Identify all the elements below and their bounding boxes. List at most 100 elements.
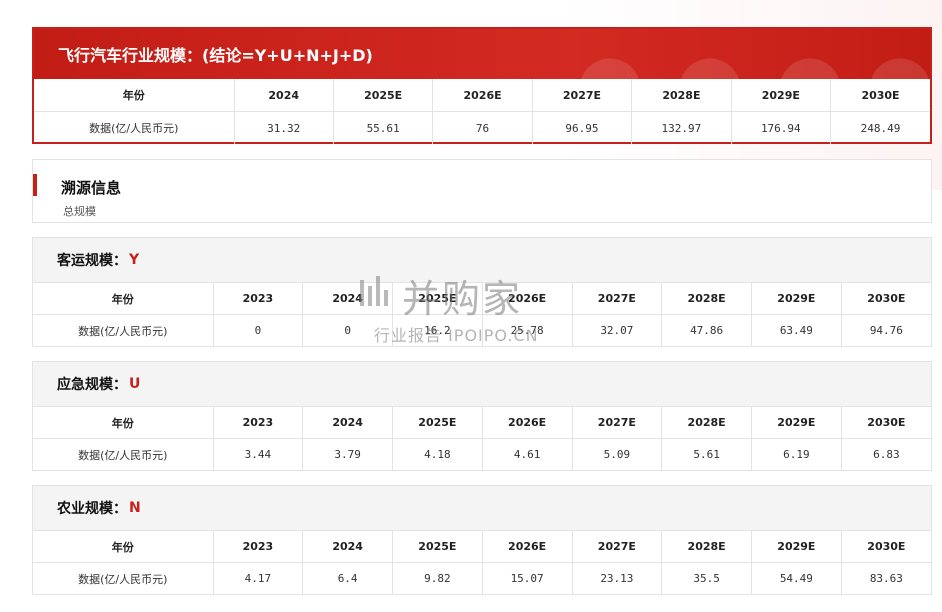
accent-bar: [33, 174, 37, 196]
header-decoration: [570, 29, 930, 79]
section-header: 农业规模： N: [33, 486, 931, 530]
value-cell: 31.32: [233, 111, 334, 144]
value-cell: 54.49: [751, 562, 842, 594]
value-cell: 47.86: [661, 314, 752, 346]
trace-subtitle: 总规模: [63, 205, 96, 218]
section-header: 应急规模： U: [33, 362, 931, 406]
value-cell: 16.2: [392, 314, 483, 346]
year-cell: 2030E: [840, 406, 931, 439]
header-label-cell: 年份: [33, 406, 214, 439]
year-cell: 2025E: [332, 79, 434, 112]
value-cell: 96.95: [531, 111, 633, 144]
summary-panel: 飞行汽车行业规模：(结论=Y+U+N+J+D) 年份 2024 2025E 20…: [32, 27, 932, 144]
value-cell: 4.61: [481, 438, 573, 470]
table-row: 数据(亿/人民币元) 3.44 3.79 4.18 4.61 5.09 5.61…: [33, 438, 931, 470]
year-cell: 2026E: [481, 406, 573, 439]
row-label-cell: 数据(亿/人民币元): [33, 314, 214, 346]
table-row: 数据(亿/人民币元) 31.32 55.61 76 96.95 132.97 1…: [34, 111, 930, 144]
trace-title: 溯源信息: [61, 179, 122, 197]
value-cell: 32.07: [571, 314, 663, 346]
year-cell: 2030E: [840, 530, 931, 563]
section-title: 应急规模：: [57, 377, 127, 393]
year-cell: 2027E: [571, 282, 663, 315]
section-code: N: [129, 500, 141, 516]
value-cell: 94.76: [840, 314, 931, 346]
year-cell: 2027E: [531, 79, 633, 112]
year-cell: 2026E: [432, 79, 533, 112]
value-cell: 5.61: [661, 438, 752, 470]
value-cell: 132.97: [631, 111, 732, 144]
table-header-row: 年份 2023 2024 2025E 2026E 2027E 2028E 202…: [33, 406, 931, 439]
value-cell: 248.49: [830, 111, 930, 144]
year-cell: 2029E: [730, 79, 832, 112]
year-cell: 2024: [233, 79, 334, 112]
row-label-cell: 数据(亿/人民币元): [33, 438, 214, 470]
year-cell: 2028E: [661, 282, 752, 315]
year-cell: 2030E: [840, 282, 931, 315]
section-emergency: 应急规模： U 年份 2023 2024 2025E 2026E 2027E 20…: [32, 361, 932, 471]
value-cell: 3.44: [212, 438, 304, 470]
section-table: 年份 2023 2024 2025E 2026E 2027E 2028E 202…: [33, 282, 931, 346]
table-header-row: 年份 2023 2024 2025E 2026E 2027E 2028E 202…: [33, 282, 931, 315]
year-cell: 2028E: [661, 406, 752, 439]
section-table: 年份 2023 2024 2025E 2026E 2027E 2028E 202…: [33, 406, 931, 470]
table-header-row: 年份 2024 2025E 2026E 2027E 2028E 2029E 20…: [34, 79, 930, 112]
year-cell: 2029E: [751, 282, 842, 315]
table-row: 数据(亿/人民币元) 0 0 16.2 25.78 32.07 47.86 63…: [33, 314, 931, 346]
value-cell: 55.61: [332, 111, 434, 144]
value-cell: 0: [212, 314, 304, 346]
value-cell: 0: [302, 314, 393, 346]
section-title: 客运规模：: [57, 253, 127, 269]
year-cell: 2027E: [571, 530, 663, 563]
year-cell: 2024: [302, 406, 393, 439]
value-cell: 6.83: [840, 438, 931, 470]
year-cell: 2025E: [392, 530, 483, 563]
value-cell: 6.19: [751, 438, 842, 470]
value-cell: 6.4: [302, 562, 393, 594]
year-cell: 2025E: [392, 282, 483, 315]
value-cell: 63.49: [751, 314, 842, 346]
section-passenger: 客运规模： Y 年份 2023 2024 2025E 2026E 2027E 20…: [32, 237, 932, 347]
row-label-cell: 数据(亿/人民币元): [34, 111, 235, 144]
section-table: 年份 2023 2024 2025E 2026E 2027E 2028E 202…: [33, 530, 931, 594]
summary-table: 年份 2024 2025E 2026E 2027E 2028E 2029E 20…: [34, 79, 930, 144]
header-label-cell: 年份: [33, 530, 214, 563]
value-cell: 5.09: [571, 438, 663, 470]
value-cell: 76: [432, 111, 533, 144]
year-cell: 2023: [212, 530, 304, 563]
table-header-row: 年份 2023 2024 2025E 2026E 2027E 2028E 202…: [33, 530, 931, 563]
summary-header: 飞行汽车行业规模：(结论=Y+U+N+J+D): [34, 29, 930, 79]
year-cell: 2029E: [751, 406, 842, 439]
row-label-cell: 数据(亿/人民币元): [33, 562, 214, 594]
year-cell: 2028E: [661, 530, 752, 563]
year-cell: 2024: [302, 530, 393, 563]
year-cell: 2023: [212, 282, 304, 315]
section-header: 客运规模： Y: [33, 238, 931, 282]
year-cell: 2026E: [481, 282, 573, 315]
section-code: Y: [129, 252, 140, 268]
header-label-cell: 年份: [33, 282, 214, 315]
year-cell: 2027E: [571, 406, 663, 439]
summary-title: 飞行汽车行业规模：(结论=Y+U+N+J+D): [58, 46, 373, 65]
section-title: 农业规模：: [57, 501, 127, 517]
value-cell: 35.5: [661, 562, 752, 594]
section-agriculture: 农业规模： N 年份 2023 2024 2025E 2026E 2027E 20…: [32, 485, 932, 595]
value-cell: 176.94: [730, 111, 832, 144]
year-cell: 2028E: [631, 79, 732, 112]
value-cell: 23.13: [571, 562, 663, 594]
year-cell: 2024: [302, 282, 393, 315]
value-cell: 3.79: [302, 438, 393, 470]
value-cell: 4.17: [212, 562, 304, 594]
year-cell: 2026E: [481, 530, 573, 563]
year-cell: 2029E: [751, 530, 842, 563]
year-cell: 2030E: [830, 79, 930, 112]
table-row: 数据(亿/人民币元) 4.17 6.4 9.82 15.07 23.13 35.…: [33, 562, 931, 594]
header-label-cell: 年份: [34, 79, 235, 112]
value-cell: 25.78: [481, 314, 573, 346]
value-cell: 83.63: [840, 562, 931, 594]
trace-info-panel: 溯源信息 总规模: [32, 159, 932, 223]
section-code: U: [129, 376, 141, 392]
value-cell: 15.07: [481, 562, 573, 594]
year-cell: 2023: [212, 406, 304, 439]
value-cell: 4.18: [392, 438, 483, 470]
